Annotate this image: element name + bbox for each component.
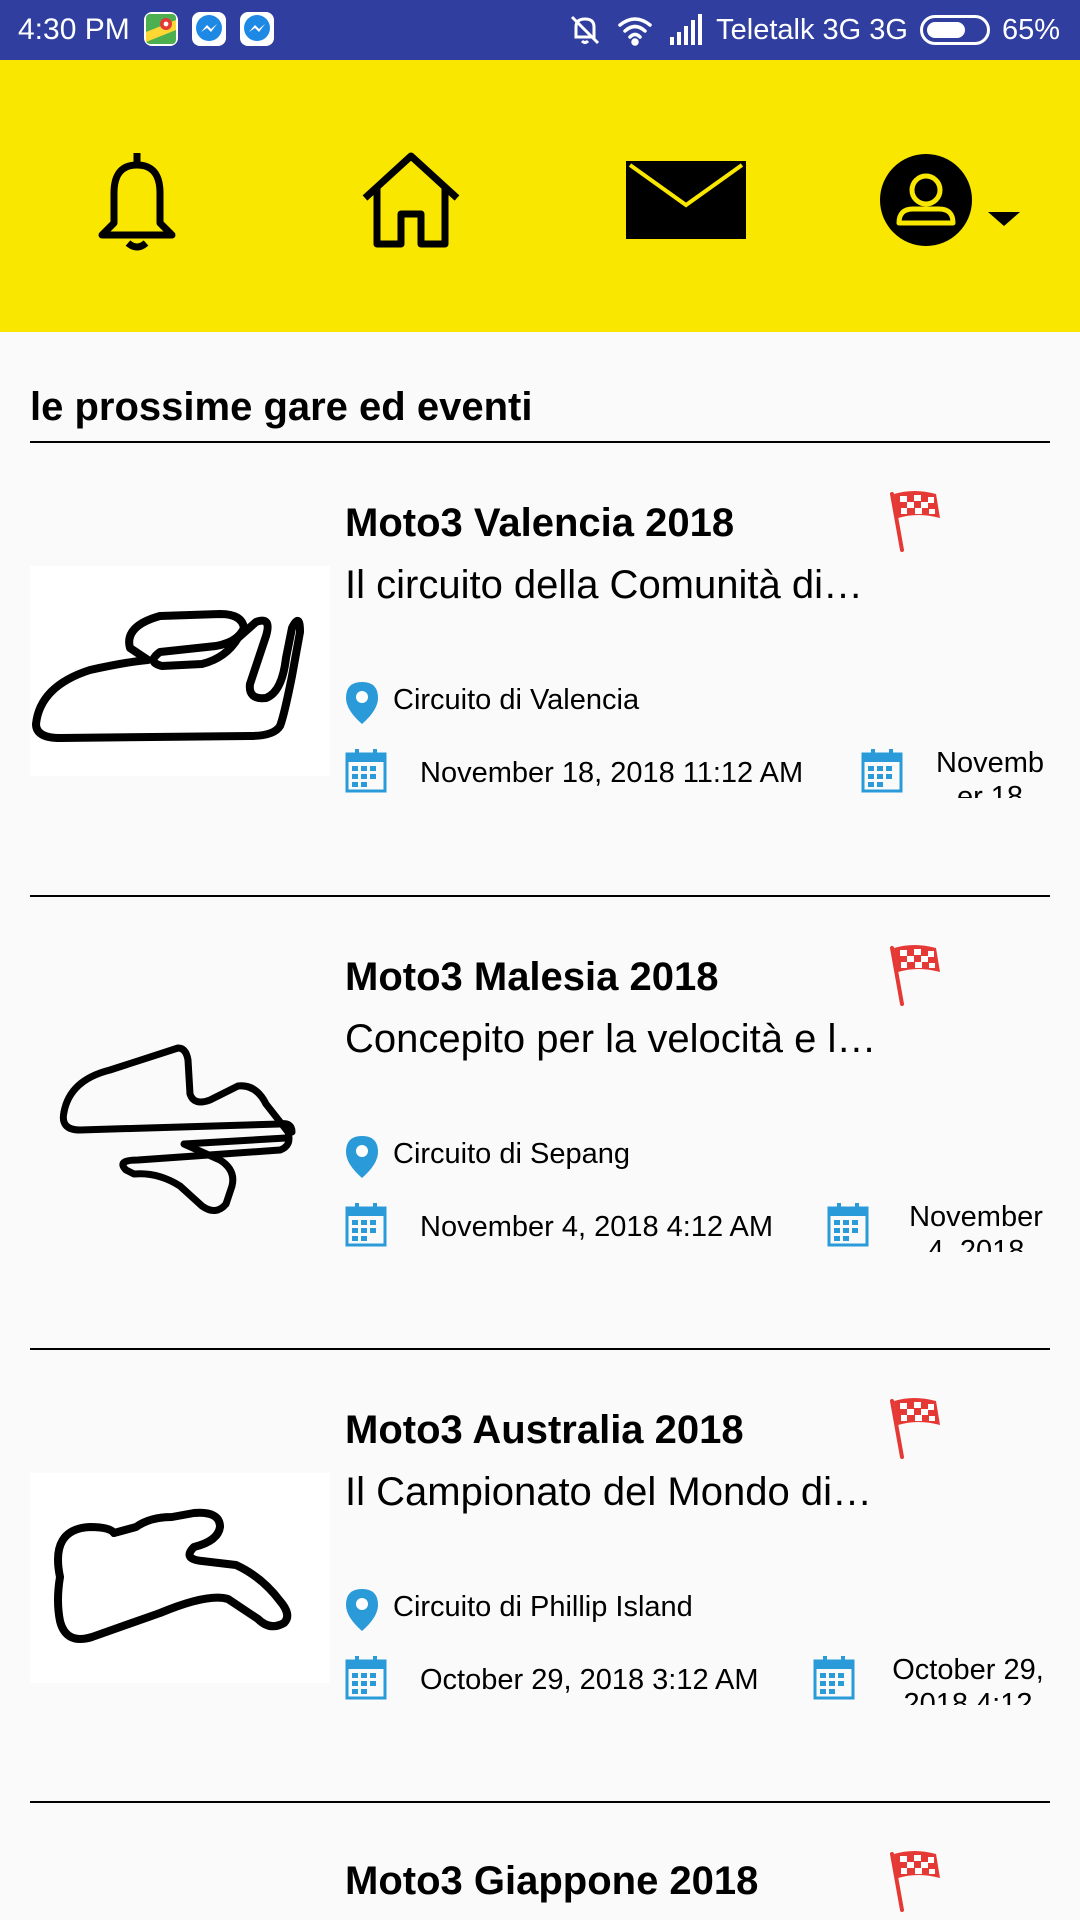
event-description: Il Campionato del Mondo di…	[345, 1470, 872, 1514]
event-start-date: November 4, 2018 4:12 AM	[420, 1211, 774, 1243]
event-title: Moto3 Giappone 2018	[345, 1859, 759, 1903]
track-image	[30, 566, 330, 776]
status-time: 4:30 PM	[18, 13, 130, 46]
event-end-date: October 29, 2018 4:12	[892, 1654, 1044, 1705]
profile-icon	[880, 154, 972, 246]
track-image	[30, 1473, 330, 1683]
checkered-flag-icon	[890, 945, 940, 1006]
checkered-flag-icon	[890, 1398, 940, 1459]
carrier-label: Teletalk 3G 3G	[716, 13, 908, 46]
event-title: Moto3 Malesia 2018	[345, 955, 719, 999]
track-image	[30, 1020, 330, 1230]
calendar-icon	[345, 1656, 387, 1700]
calendar-icon	[345, 1203, 387, 1247]
home-button[interactable]	[351, 140, 471, 260]
event-start-date: October 29, 2018 3:12 AM	[420, 1664, 759, 1696]
event-title: Moto3 Valencia 2018	[345, 501, 735, 545]
signal-icon	[666, 11, 704, 49]
battery-percent: 65%	[1001, 13, 1060, 46]
event-start-date: November 18, 2018 11:12 AM	[420, 757, 804, 789]
section-title: le prossime gare ed eventi	[30, 385, 533, 429]
mute-icon	[566, 11, 604, 49]
event-location: Circuito di Phillip Island	[393, 1591, 693, 1623]
calendar-icon	[861, 749, 903, 793]
notifications-button[interactable]	[77, 140, 197, 260]
messenger-icon	[240, 12, 274, 46]
event-card[interactable]: Moto3 Australia 2018 Il Campionato del M…	[0, 1349, 1080, 1749]
battery-icon	[919, 15, 990, 45]
event-description: Concepito per la velocità e l…	[345, 1017, 877, 1061]
event-location: Circuito di Sepang	[393, 1138, 630, 1170]
location-pin-icon	[346, 1136, 378, 1178]
calendar-icon	[827, 1203, 869, 1247]
maps-icon	[144, 12, 178, 46]
location-pin-icon	[346, 682, 378, 724]
event-card[interactable]: Moto3 Malesia 2018 Concepito per la velo…	[0, 896, 1080, 1296]
messenger-icon	[192, 12, 226, 46]
event-location: Circuito di Valencia	[393, 684, 640, 716]
event-title: Moto3 Australia 2018	[345, 1408, 744, 1452]
profile-button[interactable]	[866, 140, 986, 260]
event-card[interactable]: Moto3 Giappone 2018	[0, 1802, 1080, 1920]
top-nav	[0, 60, 1080, 332]
calendar-icon	[345, 749, 387, 793]
calendar-icon	[813, 1656, 855, 1700]
checkered-flag-icon	[890, 1851, 940, 1912]
event-description: Il circuito della Comunità di…	[345, 563, 863, 607]
event-end-date: November 18	[936, 747, 1044, 798]
wifi-icon	[616, 11, 654, 49]
checkered-flag-icon	[890, 491, 940, 552]
bell-icon	[98, 153, 176, 251]
home-icon	[362, 152, 460, 248]
status-right: Teletalk 3G 3G 65%	[566, 10, 1060, 50]
location-pin-icon	[346, 1589, 378, 1631]
messages-button[interactable]	[626, 140, 746, 260]
profile-dropdown-caret-icon[interactable]	[988, 212, 1020, 226]
status-bar: 4:30 PM Teletalk 3G 3G 65%	[0, 0, 1080, 60]
event-end-date: November 4, 2018	[909, 1201, 1043, 1252]
mail-icon	[626, 161, 746, 239]
event-card[interactable]: Moto3 Valencia 2018 Il circuito della Co…	[0, 442, 1080, 842]
